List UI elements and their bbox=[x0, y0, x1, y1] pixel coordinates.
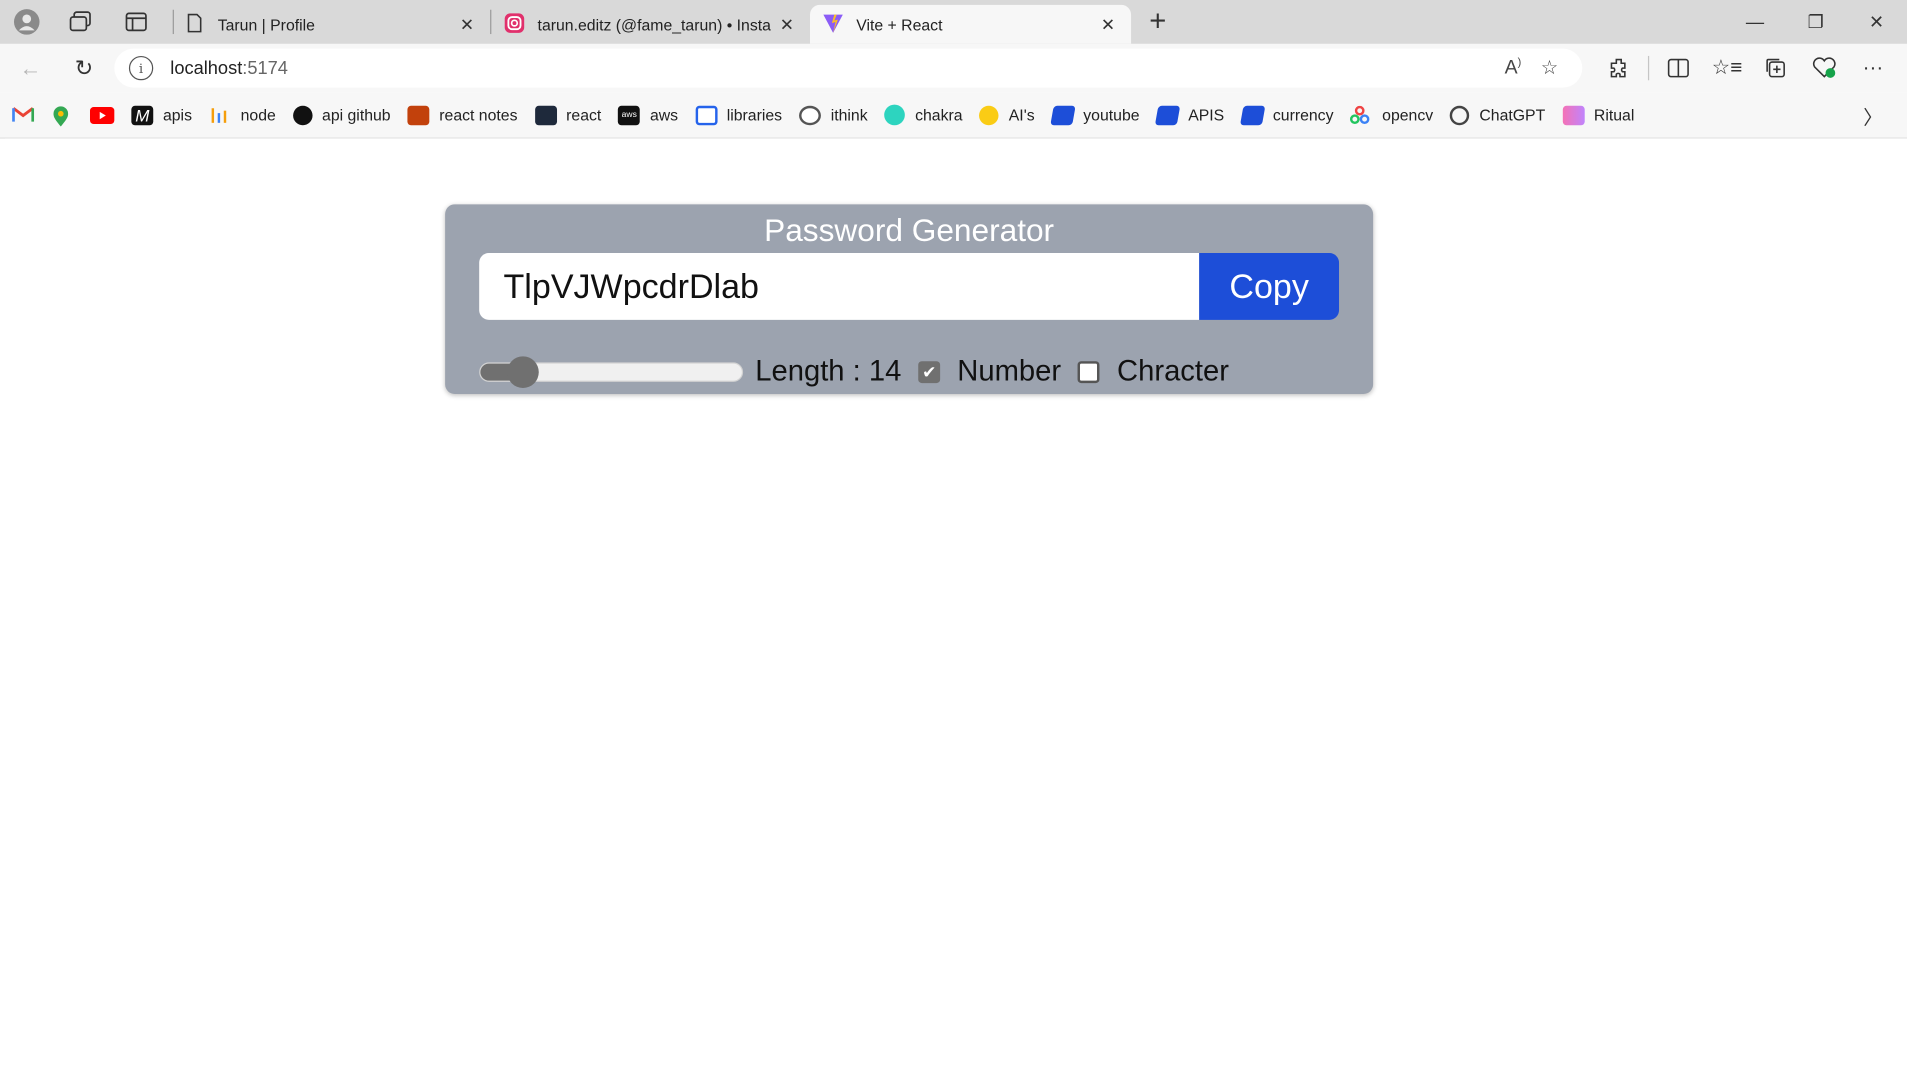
tab-title: Vite + React bbox=[856, 15, 943, 34]
favorites-icon[interactable]: ☆≡ bbox=[1703, 47, 1752, 88]
window-controls: — ❐ ✕ bbox=[1725, 0, 1907, 44]
minimize-icon[interactable]: — bbox=[1725, 0, 1786, 44]
tab-title: Tarun | Profile bbox=[217, 15, 315, 34]
vite-icon bbox=[822, 12, 844, 38]
tab-title: tarun.editz (@fame_tarun) • Insta bbox=[537, 15, 771, 34]
site-info-icon[interactable]: i bbox=[128, 55, 154, 81]
character-label: Chracter bbox=[1117, 355, 1229, 388]
toolbar-separator bbox=[1647, 55, 1650, 81]
password-field[interactable] bbox=[479, 252, 1200, 320]
page-content: Password Generator Copy Length : 14 ✔ Nu… bbox=[4, 138, 1907, 1073]
bookmark-node[interactable]: node bbox=[209, 105, 276, 124]
page-icon bbox=[186, 13, 203, 36]
split-screen-icon[interactable] bbox=[1654, 47, 1703, 88]
emoji-icon bbox=[979, 105, 1000, 125]
window-close-icon[interactable]: ✕ bbox=[1846, 0, 1907, 44]
ritual-icon bbox=[1562, 105, 1585, 125]
collections-icon[interactable] bbox=[1751, 47, 1800, 88]
length-slider[interactable] bbox=[479, 356, 744, 388]
bookmark-api-github[interactable]: api github bbox=[292, 105, 391, 125]
close-icon[interactable]: ✕ bbox=[776, 14, 798, 35]
bookmark-react[interactable]: react bbox=[534, 105, 601, 125]
profile-icon[interactable] bbox=[10, 5, 44, 39]
browser-essentials-icon[interactable] bbox=[1800, 47, 1849, 88]
folder-stack-icon bbox=[1154, 105, 1181, 125]
m-logo-icon: M bbox=[131, 105, 154, 125]
close-icon[interactable]: ✕ bbox=[1097, 14, 1119, 35]
bookmark-react-notes[interactable]: react notes bbox=[407, 105, 517, 125]
page-title: Password Generator bbox=[764, 211, 1055, 249]
bookmark-maps[interactable] bbox=[51, 105, 73, 126]
bookmark-ritual[interactable]: Ritual bbox=[1562, 105, 1634, 125]
bookmark-gmail[interactable] bbox=[11, 105, 35, 124]
bookmark-currency[interactable]: currency bbox=[1239, 105, 1334, 125]
bookmark-youtube[interactable] bbox=[89, 106, 115, 124]
close-icon[interactable]: ✕ bbox=[456, 14, 478, 35]
bookmark-opencv[interactable]: opencv bbox=[1350, 105, 1433, 124]
vertical-tabs-icon[interactable] bbox=[119, 5, 153, 39]
bookmark-apis-folder[interactable]: APIS bbox=[1154, 105, 1224, 125]
password-row: Copy bbox=[479, 252, 1340, 320]
url-text: localhost:5174 bbox=[170, 57, 288, 79]
notes-icon bbox=[407, 105, 430, 125]
bookmark-libraries[interactable]: libraries bbox=[695, 105, 782, 125]
bookmark-chatgpt[interactable]: ChatGPT bbox=[1450, 105, 1545, 125]
opencv-icon bbox=[1350, 105, 1373, 124]
chakra-icon bbox=[884, 104, 906, 126]
number-label: Number bbox=[957, 355, 1062, 388]
bookmark-youtube-folder[interactable]: youtube bbox=[1049, 105, 1140, 125]
password-generator-card: Password Generator Copy Length : 14 ✔ Nu… bbox=[445, 204, 1374, 395]
instagram-icon bbox=[504, 12, 526, 38]
gmail-icon bbox=[11, 105, 35, 124]
back-icon[interactable]: ← bbox=[10, 47, 51, 88]
new-tab-icon[interactable]: + bbox=[1141, 5, 1175, 39]
tab-bar: Tarun | Profile ✕ tarun.editz (@fame_tar… bbox=[0, 0, 1907, 44]
tab-tarun-profile[interactable]: Tarun | Profile ✕ bbox=[174, 5, 490, 44]
address-toolbar: ← ↻ i localhost:5174 A) ☆ ☆≡ ··· bbox=[0, 43, 1907, 93]
libraries-icon bbox=[695, 105, 717, 125]
copy-button[interactable]: Copy bbox=[1199, 252, 1340, 320]
tab-instagram[interactable]: tarun.editz (@fame_tarun) • Insta ✕ bbox=[491, 5, 810, 44]
character-checkbox[interactable] bbox=[1078, 361, 1101, 384]
ithink-icon bbox=[799, 105, 821, 125]
workspaces-icon[interactable] bbox=[63, 5, 97, 39]
refresh-icon[interactable]: ↻ bbox=[63, 47, 104, 88]
bookmark-chakra[interactable]: chakra bbox=[884, 104, 963, 126]
extensions-icon[interactable] bbox=[1594, 47, 1643, 88]
address-bar[interactable]: i localhost:5174 A) ☆ bbox=[114, 48, 1583, 88]
length-label: Length : 14 bbox=[755, 355, 902, 388]
chatgpt-icon bbox=[1450, 105, 1470, 125]
folder-stack-icon bbox=[1049, 105, 1076, 125]
youtube-icon bbox=[89, 106, 115, 124]
tab-vite-react[interactable]: Vite + React ✕ bbox=[809, 4, 1132, 44]
restore-icon[interactable]: ❐ bbox=[1785, 0, 1846, 44]
react-icon bbox=[534, 105, 557, 125]
github-icon bbox=[292, 105, 313, 125]
bookmark-ithink[interactable]: ithink bbox=[799, 105, 868, 125]
bar-chart-icon bbox=[209, 105, 231, 124]
options-row: Length : 14 ✔ Number Chracter bbox=[479, 355, 1229, 389]
bookmark-apis[interactable]: Mapis bbox=[131, 105, 192, 125]
settings-more-icon[interactable]: ··· bbox=[1849, 47, 1898, 88]
bookmark-ais[interactable]: AI's bbox=[979, 105, 1035, 125]
number-checkbox[interactable]: ✔ bbox=[918, 361, 941, 384]
aws-icon: aws bbox=[618, 105, 641, 125]
bookmark-aws[interactable]: aws aws bbox=[618, 105, 678, 125]
folder-stack-icon bbox=[1239, 105, 1265, 125]
favorite-star-icon[interactable]: ☆ bbox=[1531, 56, 1567, 80]
bookmarks-bar: Mapis node api github react notes react … bbox=[0, 92, 1907, 139]
maps-icon bbox=[51, 105, 73, 126]
read-aloud-icon[interactable]: A) bbox=[1495, 56, 1531, 80]
slider-thumb[interactable] bbox=[506, 356, 539, 388]
chevron-right-icon[interactable]: 〉 bbox=[1863, 100, 1882, 129]
